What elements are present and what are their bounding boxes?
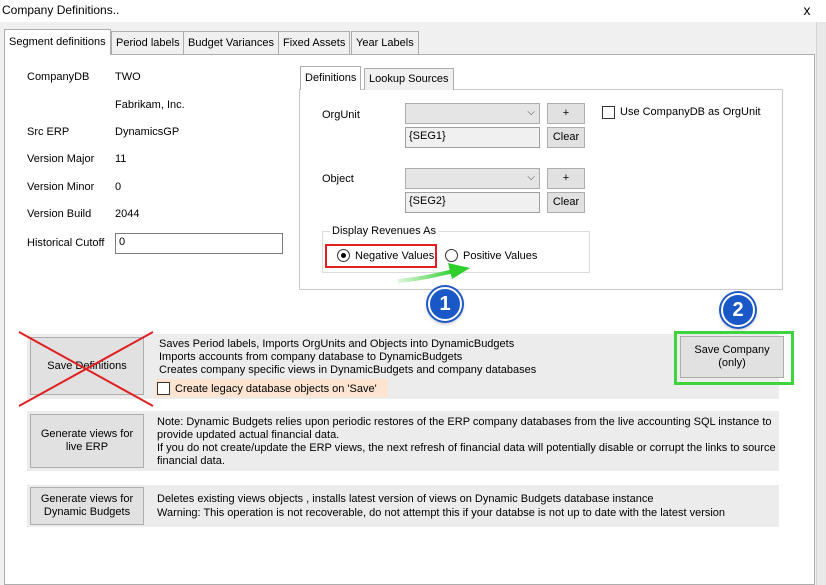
version-minor-value: 0 [115, 181, 122, 193]
company-name: Fabrikam, Inc. [115, 99, 185, 111]
window-edge [816, 22, 826, 585]
object-label: Object [322, 173, 354, 185]
generate-db-desc-1: Deletes existing views objects , install… [157, 493, 654, 505]
generate-db-views-button[interactable]: Generate views for Dynamic Budgets [30, 487, 144, 525]
generate-erp-desc-1: Note: Dynamic Budgets relies upon period… [157, 416, 772, 428]
tab-segment-definitions[interactable]: Segment definitions [4, 29, 111, 55]
negative-values-radio[interactable] [337, 249, 350, 262]
src-erp-label: Src ERP [27, 126, 70, 138]
save-definitions-desc-2: Imports accounts from company database t… [159, 351, 463, 363]
generate-db-label: Generate views for [40, 493, 134, 505]
object-clear-button[interactable]: Clear [547, 192, 585, 213]
orgunit-label: OrgUnit [322, 109, 360, 121]
orgunit-segment-field[interactable]: {SEG1} [405, 127, 540, 148]
legacy-objects-checkbox[interactable] [157, 382, 170, 395]
generate-erp-desc-2: provide updated actual financial data. [157, 429, 340, 441]
object-dropdown[interactable]: ⌵ [405, 168, 540, 189]
close-button[interactable]: x [797, 0, 817, 22]
tab-fixed-assets[interactable]: Fixed Assets [278, 31, 351, 54]
generate-erp-sublabel: live ERP [65, 441, 109, 453]
object-add-button[interactable]: + [547, 168, 585, 189]
generate-erp-label: Generate views for [40, 428, 134, 440]
tab-definitions[interactable]: Definitions [300, 66, 362, 90]
tab-period-labels[interactable]: Period labels [111, 31, 185, 54]
chevron-down-icon: ⌵ [527, 107, 535, 118]
save-company-button[interactable]: Save Company (only) [680, 336, 784, 378]
use-companydb-label: Use CompanyDB as OrgUnit [620, 106, 761, 118]
save-company-label: Save Company [694, 344, 770, 356]
annotation-arrow-icon [397, 263, 470, 283]
version-minor-label: Version Minor [27, 181, 95, 193]
companydb-label: CompanyDB [27, 71, 90, 83]
window-title: Company Definitions.. [2, 3, 120, 17]
save-definitions-desc-3: Creates company specific views in Dynami… [159, 364, 537, 376]
orgunit-add-button[interactable]: + [547, 103, 585, 124]
chevron-down-icon: ⌵ [527, 172, 535, 183]
tab-budget-variances[interactable]: Budget Variances [183, 31, 280, 54]
save-definitions-desc-1: Saves Period labels, Imports OrgUnits an… [159, 338, 515, 350]
display-revenues-label: Display Revenues As [330, 225, 438, 237]
object-segment-field[interactable]: {SEG2} [405, 192, 540, 213]
src-erp-value: DynamicsGP [115, 126, 180, 138]
historical-cutoff-input[interactable]: 0 [115, 233, 283, 254]
version-build-label: Version Build [27, 208, 92, 220]
tab-lookup-sources[interactable]: Lookup Sources [364, 68, 454, 90]
annotation-cross-icon [18, 331, 154, 407]
generate-db-desc-2: Warning: This operation is not recoverab… [157, 507, 726, 519]
title-bar [0, 0, 826, 22]
annotation-badge-2: 2 [721, 293, 755, 327]
generate-erp-desc-3: If you do not create/update the ERP view… [157, 442, 776, 454]
use-companydb-checkbox[interactable] [602, 106, 615, 119]
legacy-objects-label: Create legacy database objects on 'Save' [175, 383, 377, 395]
version-major-label: Version Major [27, 153, 95, 165]
version-build-value: 2044 [115, 208, 140, 220]
generate-erp-views-button[interactable]: Generate views for live ERP [30, 414, 144, 468]
orgunit-dropdown[interactable]: ⌵ [405, 103, 540, 124]
historical-cutoff-label: Historical Cutoff [27, 237, 105, 249]
version-major-value: 11 [115, 153, 127, 165]
generate-db-sublabel: Dynamic Budgets [43, 506, 131, 518]
annotation-badge-1: 1 [428, 287, 462, 321]
save-company-sublabel: (only) [718, 357, 746, 369]
orgunit-clear-button[interactable]: Clear [547, 127, 585, 148]
tab-year-labels[interactable]: Year Labels [351, 31, 419, 54]
companydb-value: TWO [115, 71, 141, 83]
generate-erp-desc-4: financial data. [157, 455, 225, 467]
